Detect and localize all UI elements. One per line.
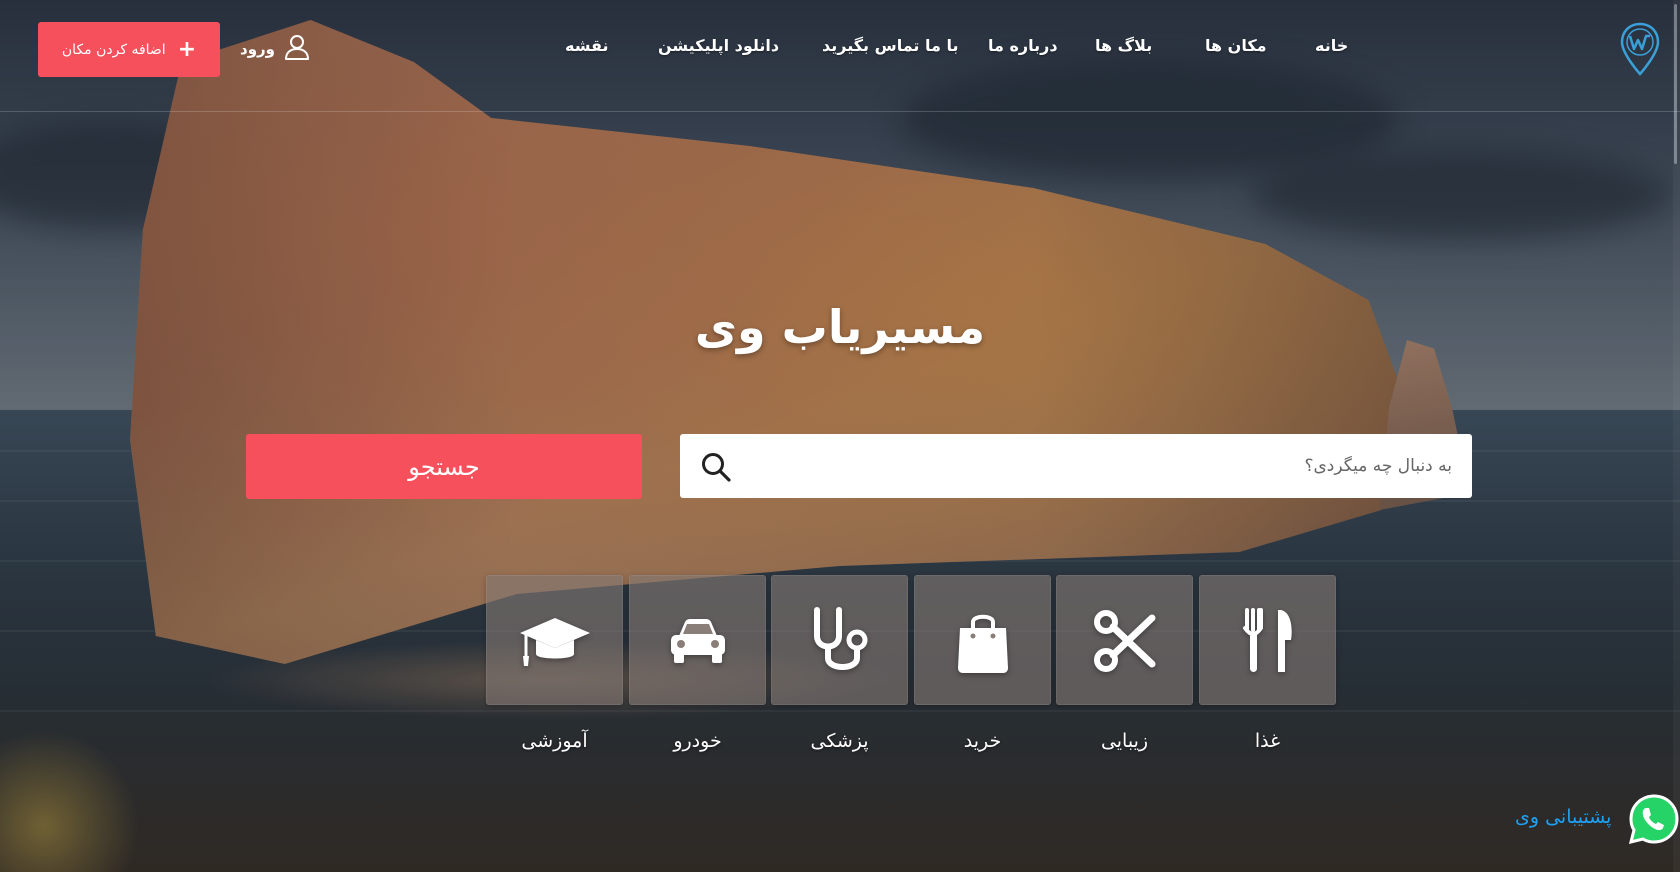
car-icon [671,619,725,663]
category-medical[interactable] [771,575,908,705]
shopping-bag-icon [958,614,1008,673]
category-beauty-label: زیبایی [1100,730,1149,752]
search-icon[interactable] [700,451,732,483]
category-beauty[interactable] [1056,575,1193,705]
login-label: ورود [240,40,275,58]
nav-contact[interactable]: با ما تماس بگیرید [822,36,959,55]
search-button[interactable]: جستجو [246,434,642,499]
page-scrollbar[interactable] [1673,0,1680,872]
nav-places[interactable]: مکان ها [1205,36,1267,55]
graduation-cap-icon [520,618,590,666]
nav-map[interactable]: نقشه [565,36,609,55]
category-shopping[interactable] [914,575,1051,705]
add-place-button[interactable]: + اضافه کردن مکان [38,22,220,77]
category-shopping-label: خرید [963,730,1002,752]
category-food-label: غذا [1254,730,1281,752]
add-place-label: اضافه کردن مکان [61,41,166,58]
login-link[interactable]: ورود [240,34,312,64]
nav-blogs[interactable]: بلاگ ها [1095,36,1152,55]
search-input[interactable] [750,434,1452,498]
category-food[interactable] [1199,575,1336,705]
site-header: خانه مکان ها بلاگ ها درباره ما با ما تما… [0,0,1680,112]
plus-icon: + [177,36,197,62]
category-education[interactable] [486,575,623,705]
category-medical-label: پزشکی [810,730,869,752]
nav-about[interactable]: درباره ما [988,36,1058,55]
category-automotive-label: خودرو [673,730,722,752]
category-education-label: آموزشی [521,730,588,752]
nav-home[interactable]: خانه [1315,36,1348,55]
fork-knife-icon [1243,608,1292,672]
whatsapp-support-link[interactable]: پشتیبانی وی [1515,792,1680,848]
hero-title: مسیریاب وی [694,300,986,354]
stethoscope-icon [814,607,868,670]
nav-download-app[interactable]: دانلود اپلیکیشن [658,36,779,55]
support-label: پشتیبانی وی [1515,806,1612,828]
search-box [680,434,1472,498]
scrollbar-thumb[interactable] [1674,4,1677,164]
user-icon [283,33,311,65]
scissors-icon [1094,610,1156,672]
category-automotive[interactable] [629,575,766,705]
